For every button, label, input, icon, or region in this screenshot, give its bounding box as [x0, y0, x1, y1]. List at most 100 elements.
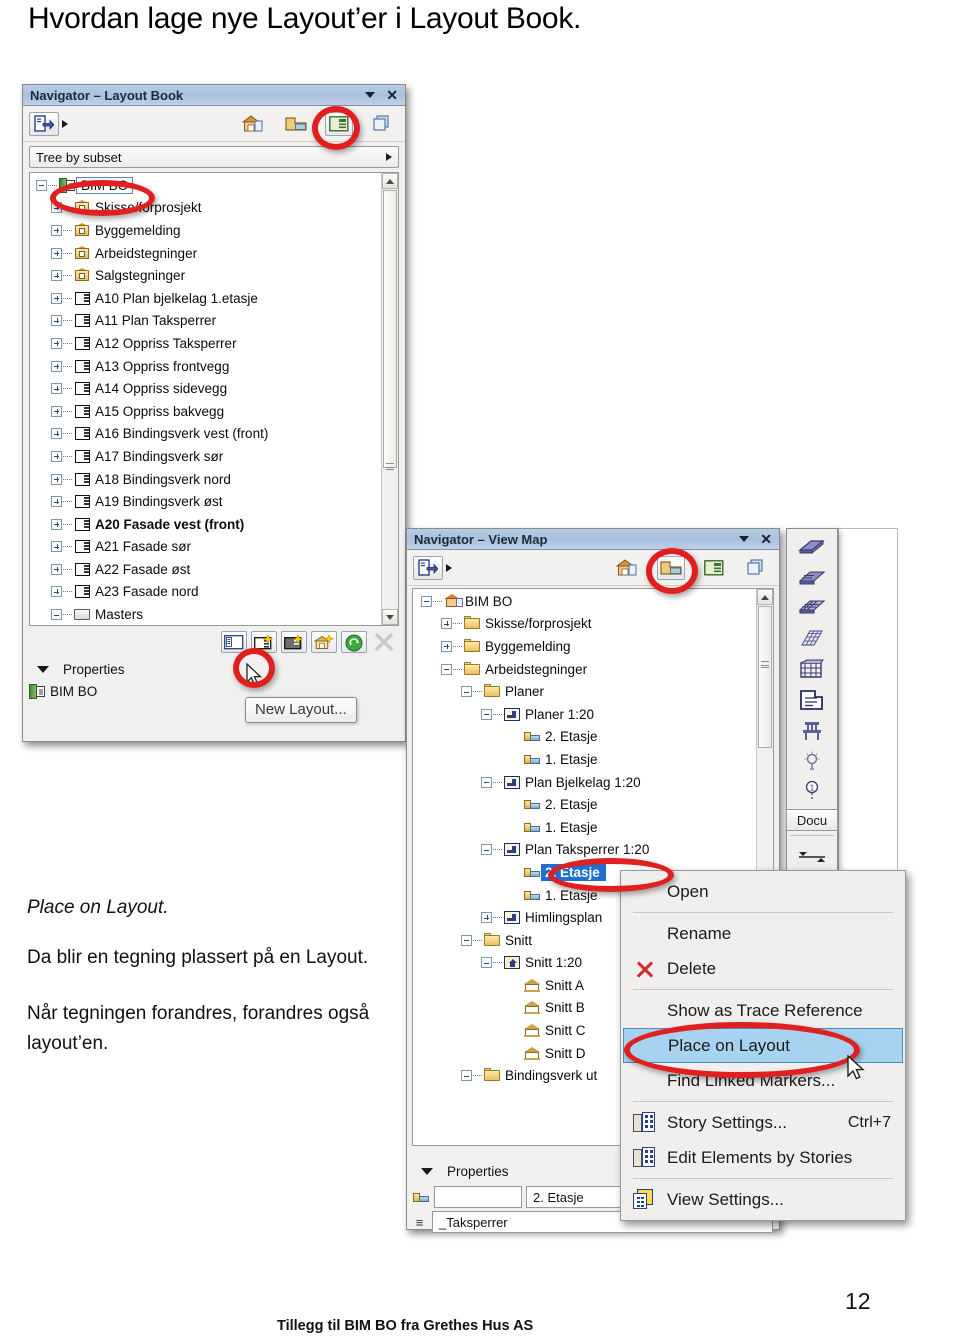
tree-item[interactable]: Plan Bjelkelag 1:20 — [413, 771, 755, 794]
expand-icon[interactable] — [51, 270, 62, 282]
context-menu-item[interactable]: Story Settings... Ctrl+7 — [621, 1105, 905, 1140]
view-map-icon[interactable] — [283, 112, 309, 136]
context-menu-item[interactable]: Open — [621, 874, 905, 909]
layout-book-icon[interactable] — [325, 111, 353, 136]
tree-item[interactable]: A13 Oppriss frontvegg — [30, 355, 380, 378]
scroll-down-icon[interactable] — [382, 609, 398, 625]
properties-left-field[interactable] — [434, 1186, 522, 1208]
tree-item[interactable]: A10 Plan bjelkelag 1.etasje — [30, 287, 380, 310]
tree-item[interactable]: A18 Bindingsverk nord — [30, 468, 380, 491]
tree-item[interactable]: A16 Bindingsverk vest (front) — [30, 423, 380, 446]
expand-icon[interactable] — [481, 912, 492, 924]
collapse-icon[interactable] — [36, 179, 47, 191]
collapse-icon[interactable] — [481, 957, 492, 969]
tree-item[interactable]: A11 Plan Taksperrer — [30, 310, 380, 333]
layout-book-tree[interactable]: BIM BO Skisse/forprosjekt Byggemelding Arbe… — [29, 172, 399, 626]
tree-item[interactable]: Skisse/forprosjekt — [30, 197, 380, 220]
new-layout-icon[interactable] — [251, 631, 277, 653]
tree-item[interactable]: Masters — [30, 603, 380, 625]
publisher-dropdown-arrow-icon[interactable] — [62, 119, 68, 128]
collapse-icon[interactable] — [51, 609, 62, 621]
expand-icon[interactable] — [441, 618, 452, 630]
tree-mode-combo[interactable]: Tree by subset — [29, 146, 399, 168]
collapse-icon[interactable] — [461, 1070, 472, 1082]
scrollbar-thumb[interactable] — [758, 606, 772, 748]
tree-item[interactable]: Arbeidstegninger — [413, 658, 755, 681]
context-menu-item[interactable]: View Settings... — [621, 1182, 905, 1217]
project-map-icon[interactable] — [239, 112, 265, 136]
scroll-up-icon[interactable] — [757, 589, 773, 605]
tree-item[interactable]: A12 Oppriss Taksperrer — [30, 332, 380, 355]
scroll-up-icon[interactable] — [382, 173, 398, 189]
expand-icon[interactable] — [51, 541, 62, 553]
tree-item[interactable]: A14 Oppriss sidevegg — [30, 377, 380, 400]
expand-icon[interactable] — [51, 518, 62, 530]
collapse-icon[interactable] — [461, 934, 472, 946]
tree-item[interactable]: Arbeidstegninger — [30, 242, 380, 265]
publisher-sets-icon[interactable] — [369, 112, 395, 136]
tree-item[interactable]: 1. Etasje — [413, 816, 755, 839]
tree-item[interactable]: 2. Etasje — [413, 793, 755, 816]
tree-item[interactable]: A20 Fasade vest (front) — [30, 513, 380, 536]
toolbox-section-label[interactable]: Docu — [786, 809, 838, 832]
collapse-icon[interactable] — [421, 595, 432, 607]
publisher-arrow-icon[interactable] — [413, 555, 443, 580]
expand-icon[interactable] — [51, 224, 62, 236]
expand-icon[interactable] — [51, 337, 62, 349]
project-map-icon[interactable] — [613, 556, 639, 580]
expand-icon[interactable] — [51, 383, 62, 395]
publisher-sets-icon[interactable] — [743, 556, 769, 580]
context-menu-item[interactable]: Show as Trace Reference — [621, 993, 905, 1028]
expand-icon[interactable] — [51, 428, 62, 440]
expand-icon[interactable] — [51, 202, 62, 214]
collapse-icon[interactable] — [461, 686, 472, 698]
scrollbar-thumb[interactable] — [383, 190, 397, 468]
expand-icon[interactable] — [51, 450, 62, 462]
dimension-tool-icon[interactable] — [793, 840, 831, 871]
tree-item[interactable]: Salgstegninger — [30, 264, 380, 287]
tree-item[interactable]: Plan Taksperrer 1:20 — [413, 839, 755, 862]
tree-item[interactable]: A23 Fasade nord — [30, 581, 380, 604]
tree-item[interactable]: A15 Oppriss bakvegg — [30, 400, 380, 423]
context-menu-item[interactable]: Rename — [621, 916, 905, 951]
collapse-icon[interactable] — [481, 844, 492, 856]
close-icon[interactable]: ✕ — [760, 532, 775, 546]
view-map-icon[interactable] — [657, 555, 685, 580]
tree-item[interactable]: A17 Bindingsverk sør — [30, 445, 380, 468]
context-menu-item[interactable]: Delete — [621, 951, 905, 986]
expand-icon[interactable] — [51, 247, 62, 259]
roof-tool-icon[interactable] — [793, 532, 831, 563]
tree-item[interactable]: A22 Fasade øst — [30, 558, 380, 581]
layout-book-properties-header[interactable]: Properties — [23, 656, 405, 682]
tree-item[interactable]: Byggemelding — [30, 219, 380, 242]
new-subset-icon[interactable] — [311, 631, 337, 653]
expand-icon[interactable] — [51, 496, 62, 508]
expand-icon[interactable] — [51, 292, 62, 304]
curtain-wall-tool-icon[interactable] — [793, 654, 831, 685]
layout-book-icon[interactable] — [701, 556, 727, 580]
context-menu[interactable]: Open Rename Delete Show as Trace Reference P… — [620, 870, 906, 1221]
publisher-arrow-icon[interactable] — [29, 111, 59, 136]
context-menu-item[interactable]: Edit Elements by Stories — [621, 1140, 905, 1175]
tree-item[interactable]: Planer 1:20 — [413, 703, 755, 726]
tree-item[interactable]: A21 Fasade sør — [30, 536, 380, 559]
expand-icon[interactable] — [51, 315, 62, 327]
publisher-dropdown-arrow-icon[interactable] — [446, 563, 452, 572]
new-independent-layout-icon[interactable] — [221, 631, 247, 653]
collapse-icon[interactable] — [481, 708, 492, 720]
tree-item[interactable]: Skisse/forprosjekt — [413, 613, 755, 636]
object-tool-icon[interactable] — [793, 715, 831, 746]
mesh-tool-icon[interactable] — [793, 593, 831, 624]
tree-item[interactable]: 1. Etasje — [413, 748, 755, 771]
shell-tool-icon[interactable] — [793, 624, 831, 655]
tree-item[interactable]: Planer — [413, 680, 755, 703]
expand-icon[interactable] — [51, 473, 62, 485]
expand-icon[interactable] — [441, 640, 452, 652]
delete-icon[interactable] — [371, 631, 397, 653]
expand-icon[interactable] — [51, 563, 62, 575]
collapse-icon[interactable] — [441, 663, 452, 675]
tree-item[interactable]: BIM BO — [30, 174, 380, 197]
label-tool-icon[interactable]: 1 — [793, 777, 831, 808]
lamp-tool-icon[interactable] — [793, 746, 831, 777]
chevron-down-icon[interactable] — [365, 92, 376, 98]
